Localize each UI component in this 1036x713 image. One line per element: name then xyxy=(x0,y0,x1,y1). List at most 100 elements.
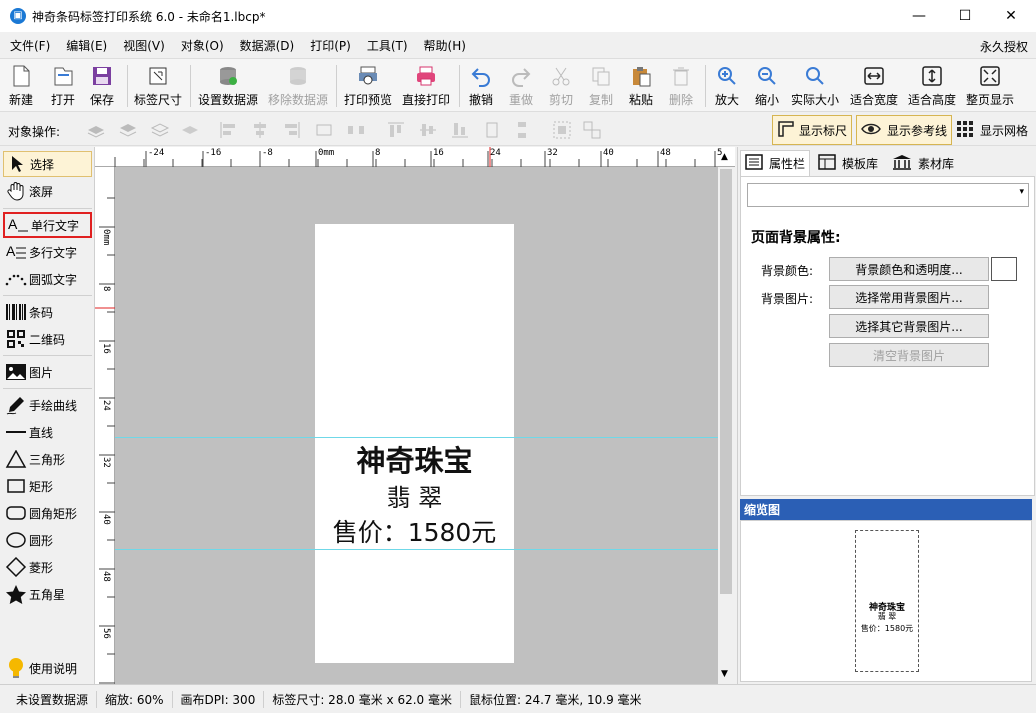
fit-page-button[interactable]: 整页显示 xyxy=(966,63,1014,111)
tool-scroll[interactable]: 滚屏 xyxy=(3,178,92,204)
menu-file[interactable]: 文件(F) xyxy=(0,37,56,54)
show-guides-toggle[interactable]: 显示参考线 xyxy=(856,115,953,145)
label-text-brand[interactable]: 神奇珠宝 xyxy=(315,438,514,480)
thumbnail-header: 缩览图 xyxy=(740,499,1032,520)
scroll-down-icon[interactable]: ▼ xyxy=(721,669,728,679)
same-height-icon[interactable] xyxy=(482,120,502,140)
tool-select[interactable]: 选择 xyxy=(3,151,92,177)
menu-view[interactable]: 视图(V) xyxy=(113,37,171,54)
tool-arc-text[interactable]: 圆弧文字 xyxy=(3,266,92,292)
distribute-horizontal-icon[interactable] xyxy=(346,120,366,140)
scrollbar-thumb[interactable] xyxy=(720,169,732,594)
same-width-icon[interactable] xyxy=(314,120,334,140)
cut-button[interactable]: 剪切 xyxy=(548,63,574,111)
bg-other-image-button[interactable]: 选择其它背景图片... xyxy=(829,314,989,338)
tool-diamond[interactable]: 菱形 xyxy=(3,554,92,580)
print-preview-button[interactable]: 打印预览 xyxy=(344,63,392,111)
paste-button[interactable]: 粘贴 xyxy=(628,63,654,111)
menu-datasource[interactable]: 数据源(D) xyxy=(230,37,301,54)
ruler-label: 40 xyxy=(603,148,614,158)
align-center-icon[interactable] xyxy=(250,120,270,140)
tool-image[interactable]: 图片 xyxy=(3,359,92,385)
bg-common-image-button[interactable]: 选择常用背景图片... xyxy=(829,285,989,309)
object-selector-dropdown[interactable]: ▾ xyxy=(747,183,1029,207)
thumbnail-preview[interactable]: 神奇珠宝 翡 翠 售价：1580元 xyxy=(855,530,919,672)
close-button[interactable]: ✕ xyxy=(988,0,1034,32)
chevron-down-icon: ▾ xyxy=(1019,187,1024,197)
align-right-icon[interactable] xyxy=(282,120,302,140)
guide-line-bottom[interactable] xyxy=(115,549,718,550)
tool-barcode[interactable]: 条码 xyxy=(3,299,92,325)
arc-text-icon xyxy=(3,270,29,288)
copy-button[interactable]: 复制 xyxy=(588,63,614,111)
ruler-label: -8 xyxy=(262,148,273,158)
tool-single-line-text[interactable]: A 单行文字 xyxy=(3,212,92,238)
group-icon[interactable] xyxy=(552,120,572,140)
menu-bar: 文件(F) 编辑(E) 视图(V) 对象(O) 数据源(D) 打印(P) 工具(… xyxy=(0,32,1036,58)
tool-ellipse[interactable]: 圆形 xyxy=(3,527,92,553)
delete-button[interactable]: 删除 xyxy=(668,63,694,111)
menu-edit[interactable]: 编辑(E) xyxy=(56,37,113,54)
tab-properties[interactable]: 属性栏 xyxy=(740,150,811,176)
show-ruler-toggle[interactable]: 显示标尺 xyxy=(772,115,853,145)
menu-print[interactable]: 打印(P) xyxy=(300,37,357,54)
menu-object[interactable]: 对象(O) xyxy=(171,37,230,54)
tab-templates[interactable]: 模板库 xyxy=(814,150,882,176)
menu-help[interactable]: 帮助(H) xyxy=(414,37,472,54)
direct-print-button[interactable]: 直接打印 xyxy=(402,63,450,111)
undo-button[interactable]: 撤销 xyxy=(468,63,494,111)
ruler-label: 32 xyxy=(547,148,558,158)
minimize-button[interactable]: — xyxy=(896,0,942,32)
clear-bg-image-button[interactable]: 清空背景图片 xyxy=(829,343,989,367)
align-bottom-icon[interactable] xyxy=(450,120,470,140)
label-size-button[interactable]: 标签尺寸 xyxy=(134,63,182,111)
bring-to-front-icon[interactable] xyxy=(118,120,138,140)
align-top-icon[interactable] xyxy=(386,120,406,140)
open-button[interactable]: 打开 xyxy=(50,63,76,111)
redo-button[interactable]: 重做 xyxy=(508,63,534,111)
show-grid-toggle[interactable]: 显示网格 xyxy=(952,115,1032,145)
tool-rectangle[interactable]: 矩形 xyxy=(3,473,92,499)
library-icon xyxy=(892,154,912,173)
tool-star[interactable]: 五角星 xyxy=(3,581,92,607)
align-left-icon[interactable] xyxy=(218,120,238,140)
fit-height-button[interactable]: 适合高度 xyxy=(908,63,956,111)
label-text-product[interactable]: 翡 翠 xyxy=(315,478,514,513)
ruler-label: 48 xyxy=(660,148,671,158)
label-text-price[interactable]: 售价：1580元 xyxy=(315,513,514,549)
tool-triangle[interactable]: 三角形 xyxy=(3,446,92,472)
bring-forward-icon[interactable] xyxy=(86,120,106,140)
bg-color-button[interactable]: 背景颜色和透明度... xyxy=(829,257,989,281)
bg-color-swatch[interactable] xyxy=(991,257,1017,281)
ungroup-icon[interactable] xyxy=(582,120,602,140)
distribute-vertical-icon[interactable] xyxy=(512,120,532,140)
zoom-out-button[interactable]: 缩小 xyxy=(754,63,780,111)
scroll-up-icon[interactable]: ▲ xyxy=(721,152,728,162)
thumb-text-price: 售价：1580元 xyxy=(860,624,914,633)
new-button[interactable]: 新建 xyxy=(8,63,34,111)
tool-round-rectangle[interactable]: 圆角矩形 xyxy=(3,500,92,526)
save-button[interactable]: 保存 xyxy=(89,63,115,111)
pen-icon xyxy=(3,395,29,415)
ruler-label: 32 xyxy=(101,457,111,468)
tool-qrcode[interactable]: 二维码 xyxy=(3,326,92,352)
align-middle-icon[interactable] xyxy=(418,120,438,140)
design-canvas[interactable]: -24 -16 -8 0mm 8 16 24 32 40 48 5 0mm 8 … xyxy=(95,147,735,684)
actual-size-button[interactable]: 实际大小 xyxy=(791,63,839,111)
zoom-in-button[interactable]: 放大 xyxy=(714,63,740,111)
license-status[interactable]: 永久授权 xyxy=(980,38,1028,55)
zoom-out-icon xyxy=(754,63,780,89)
tool-freehand[interactable]: 手绘曲线 xyxy=(3,392,92,418)
maximize-button[interactable]: ☐ xyxy=(942,0,988,32)
tool-line[interactable]: 直线 xyxy=(3,419,92,445)
menu-tools[interactable]: 工具(T) xyxy=(357,37,414,54)
tab-materials[interactable]: 素材库 xyxy=(888,150,958,176)
tool-help[interactable]: 使用说明 xyxy=(3,655,92,681)
tool-multi-line-text[interactable]: A 多行文字 xyxy=(3,239,92,265)
set-datasource-button[interactable]: 设置数据源 xyxy=(198,63,258,111)
fit-width-button[interactable]: 适合宽度 xyxy=(850,63,898,111)
send-backward-icon[interactable] xyxy=(150,120,170,140)
remove-datasource-button[interactable]: 移除数据源 xyxy=(268,63,328,111)
send-to-back-icon[interactable] xyxy=(180,120,200,140)
list-icon xyxy=(745,154,763,173)
